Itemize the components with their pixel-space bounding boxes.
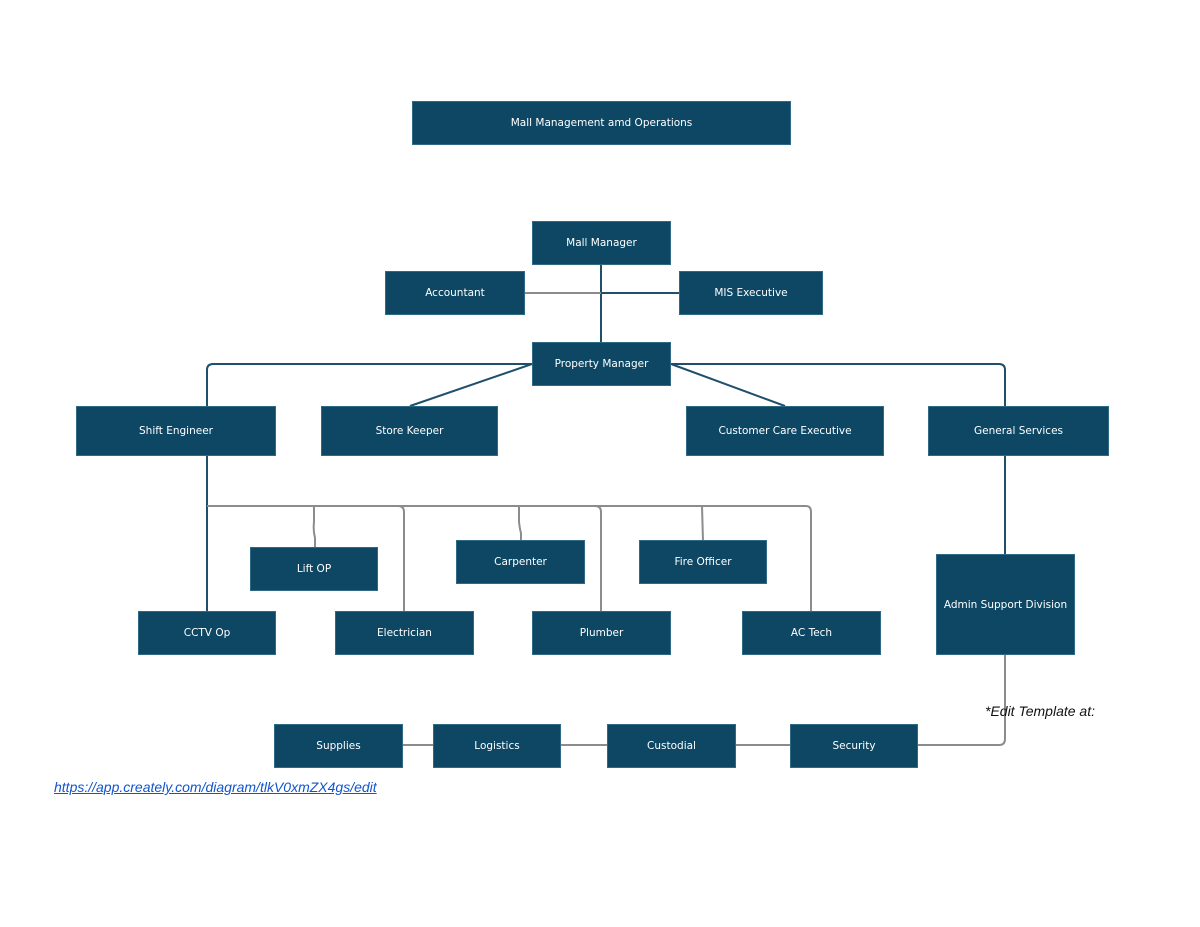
node-custodial[interactable]: Custodial [607, 724, 736, 768]
node-logistics[interactable]: Logistics [433, 724, 561, 768]
node-fire-officer[interactable]: Fire Officer [639, 540, 767, 584]
connector-electrician [397, 505, 405, 611]
connector-property-manager-store-keeper [409, 363, 533, 407]
node-supplies[interactable]: Supplies [274, 724, 403, 768]
node-carpenter[interactable]: Carpenter [456, 540, 585, 584]
node-mis-executive[interactable]: MIS Executive [679, 271, 823, 315]
node-plumber[interactable]: Plumber [532, 611, 671, 655]
edit-template-note: *Edit Template at: [985, 703, 1095, 719]
node-lift-op[interactable]: Lift OP [250, 547, 378, 591]
node-mall-manager[interactable]: Mall Manager [532, 221, 671, 265]
connector-property-manager-customer-care [670, 363, 786, 407]
node-ac-tech[interactable]: AC Tech [742, 611, 881, 655]
node-accountant[interactable]: Accountant [385, 271, 525, 315]
connector-carpenter [518, 506, 522, 541]
node-security[interactable]: Security [790, 724, 918, 768]
template-link[interactable]: https://app.creately.com/diagram/tlkV0xm… [54, 779, 377, 795]
node-property-manager[interactable]: Property Manager [532, 342, 671, 386]
node-electrician[interactable]: Electrician [335, 611, 474, 655]
title-box: Mall Management amd Operations [412, 101, 791, 145]
connector-plumber [594, 505, 602, 611]
connector-fire-officer [701, 505, 704, 542]
node-cctv-op[interactable]: CCTV Op [138, 611, 276, 655]
node-store-keeper[interactable]: Store Keeper [321, 406, 498, 456]
connector-property-manager-general-services [671, 363, 1006, 406]
node-customer-care-executive[interactable]: Customer Care Executive [686, 406, 884, 456]
connector-admin-support-security [917, 654, 1006, 746]
connector-lift-op [312, 506, 316, 548]
node-general-services[interactable]: General Services [928, 406, 1109, 456]
node-admin-support-division[interactable]: Admin Support Division [936, 554, 1075, 655]
connector-property-manager-shift-engineer [206, 363, 532, 406]
node-shift-engineer[interactable]: Shift Engineer [76, 406, 276, 456]
